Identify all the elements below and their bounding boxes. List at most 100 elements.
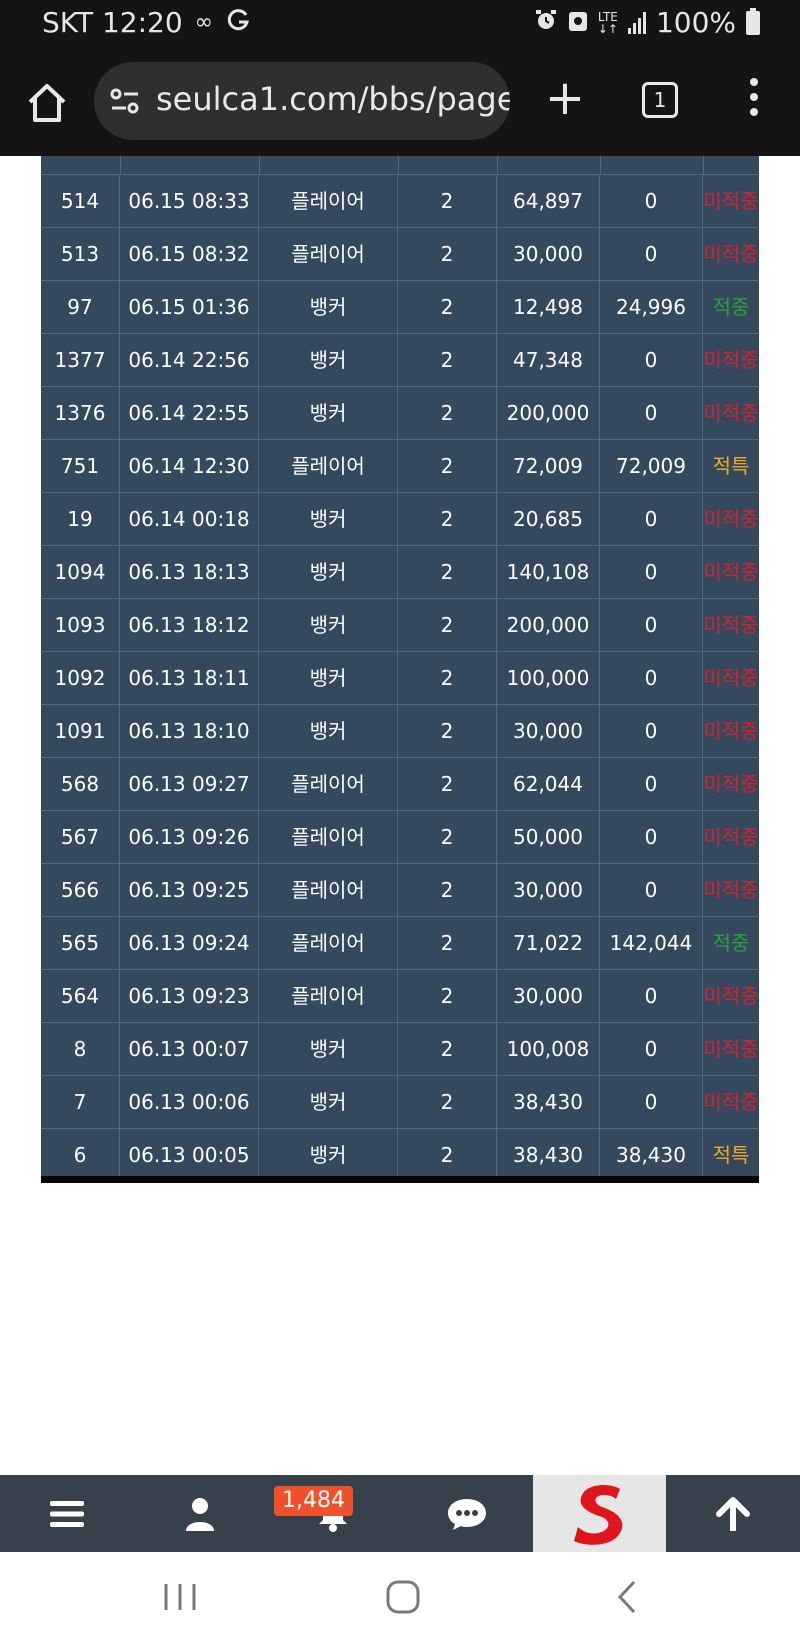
table-row: 1092 06.13 18:11 뱅커 2 100,000 0 미적중	[41, 652, 759, 705]
site-logo[interactable]	[533, 1475, 666, 1552]
cell-bet: 50,000	[497, 811, 600, 863]
cell-pick: 뱅커	[259, 1076, 398, 1128]
cell-pick: 뱅커	[259, 1129, 398, 1181]
table-row-partial	[41, 156, 759, 175]
cell-time: 06.13 09:26	[120, 811, 259, 863]
cell-bet: 64,897	[497, 175, 600, 227]
cell-result: 적특	[712, 1143, 750, 1167]
cell-no: 567	[41, 811, 120, 863]
carrier-time: SKT 12:20	[42, 6, 183, 39]
recent-apps-icon[interactable]	[150, 1572, 210, 1622]
site-settings-icon[interactable]	[108, 84, 142, 118]
cell-pick: 플레이어	[259, 758, 398, 810]
cell-no: 1092	[41, 652, 120, 704]
cell-no: 97	[41, 281, 120, 333]
menu-icon[interactable]	[0, 1475, 133, 1552]
cell-win: 24,996	[600, 281, 703, 333]
cell-no: 19	[41, 493, 120, 545]
cell-result: 미적중	[703, 719, 759, 743]
cell-no: 1376	[41, 387, 120, 439]
status-left: SKT 12:20 ∞	[42, 6, 251, 39]
cell-pick: 뱅커	[259, 334, 398, 386]
cell-win: 38,430	[600, 1129, 703, 1181]
table-row: 7 06.13 00:06 뱅커 2 38,430 0 미적중	[41, 1076, 759, 1129]
cell-odds: 2	[398, 705, 497, 757]
cell-bet: 62,044	[497, 758, 600, 810]
cell-result: 미적중	[703, 507, 759, 531]
cell-time: 06.15 08:33	[120, 175, 259, 227]
cell-win: 0	[600, 334, 703, 386]
g-sync-icon	[225, 7, 251, 39]
table-row: 568 06.13 09:27 플레이어 2 62,044 0 미적중	[41, 758, 759, 811]
cell-odds: 2	[398, 1023, 497, 1075]
cell-bet: 140,108	[497, 546, 600, 598]
table-row: 564 06.13 09:23 플레이어 2 30,000 0 미적중	[41, 970, 759, 1023]
cell-odds: 2	[398, 758, 497, 810]
cell-bet: 38,430	[497, 1076, 600, 1128]
cell-time: 06.14 12:30	[120, 440, 259, 492]
home-icon[interactable]	[22, 78, 72, 128]
cell-win: 0	[600, 175, 703, 227]
cell-pick: 플레이어	[259, 175, 398, 227]
cell-result: 적중	[712, 931, 750, 955]
cell-odds: 2	[398, 652, 497, 704]
cell-no: 566	[41, 864, 120, 916]
cell-bet: 30,000	[497, 705, 600, 757]
address-bar[interactable]: seulca1.com/bbs/page	[94, 62, 510, 140]
cell-result: 미적중	[703, 666, 759, 690]
notification-badge: 1,484	[274, 1486, 353, 1516]
cell-time: 06.13 18:10	[120, 705, 259, 757]
cell-no: 7	[41, 1076, 120, 1128]
cell-odds: 2	[398, 970, 497, 1022]
cell-result: 미적중	[703, 348, 759, 372]
plus-icon[interactable]: +	[540, 74, 590, 124]
cell-odds: 2	[398, 546, 497, 598]
network-type: LTE	[597, 9, 618, 24]
cell-bet: 12,498	[497, 281, 600, 333]
cell-pick: 뱅커	[259, 652, 398, 704]
arrow-up-icon[interactable]	[666, 1475, 799, 1552]
cell-pick: 뱅커	[259, 546, 398, 598]
cell-bet: 20,685	[497, 493, 600, 545]
vpn-icon	[568, 6, 588, 39]
cell-no: 1091	[41, 705, 120, 757]
cell-pick: 플레이어	[259, 811, 398, 863]
table-cell	[600, 156, 704, 174]
more-vert-icon[interactable]	[742, 78, 766, 122]
home-circle-icon[interactable]	[373, 1572, 433, 1622]
back-icon[interactable]	[598, 1572, 658, 1622]
cell-result: 미적중	[703, 825, 759, 849]
cell-no: 6	[41, 1129, 120, 1181]
cell-odds: 2	[398, 228, 497, 280]
cell-bet: 71,022	[497, 917, 600, 969]
table-row: 1091 06.13 18:10 뱅커 2 30,000 0 미적중	[41, 705, 759, 758]
table-row: 6 06.13 00:05 뱅커 2 38,430 38,430 적특	[41, 1129, 759, 1182]
table-row: 565 06.13 09:24 플레이어 2 71,022 142,044 적중	[41, 917, 759, 970]
tabs-icon[interactable]: 1	[642, 82, 678, 118]
table-row: 567 06.13 09:26 플레이어 2 50,000 0 미적중	[41, 811, 759, 864]
cell-win: 0	[600, 864, 703, 916]
cell-win: 0	[600, 599, 703, 651]
cell-bet: 30,000	[497, 864, 600, 916]
cell-pick: 뱅커	[259, 599, 398, 651]
cell-time: 06.13 00:07	[120, 1023, 259, 1075]
table-cell	[120, 156, 260, 174]
cell-result: 미적중	[703, 1090, 759, 1114]
table-row: 19 06.14 00:18 뱅커 2 20,685 0 미적중	[41, 493, 759, 546]
cell-win: 0	[600, 1076, 703, 1128]
cell-no: 751	[41, 440, 120, 492]
cell-pick: 플레이어	[259, 228, 398, 280]
user-icon[interactable]	[133, 1475, 266, 1552]
cell-pick: 뱅커	[259, 387, 398, 439]
infinity-icon: ∞	[194, 10, 213, 35]
url-text[interactable]: seulca1.com/bbs/page	[156, 80, 510, 118]
cell-time: 06.14 22:56	[120, 334, 259, 386]
cell-win: 0	[600, 493, 703, 545]
cell-odds: 2	[398, 1076, 497, 1128]
table-cell	[41, 156, 121, 174]
chat-icon[interactable]	[400, 1475, 533, 1552]
cell-time: 06.14 00:18	[120, 493, 259, 545]
cell-time: 06.13 09:27	[120, 758, 259, 810]
table-row: 1377 06.14 22:56 뱅커 2 47,348 0 미적중	[41, 334, 759, 387]
table-row: 1094 06.13 18:13 뱅커 2 140,108 0 미적중	[41, 546, 759, 599]
